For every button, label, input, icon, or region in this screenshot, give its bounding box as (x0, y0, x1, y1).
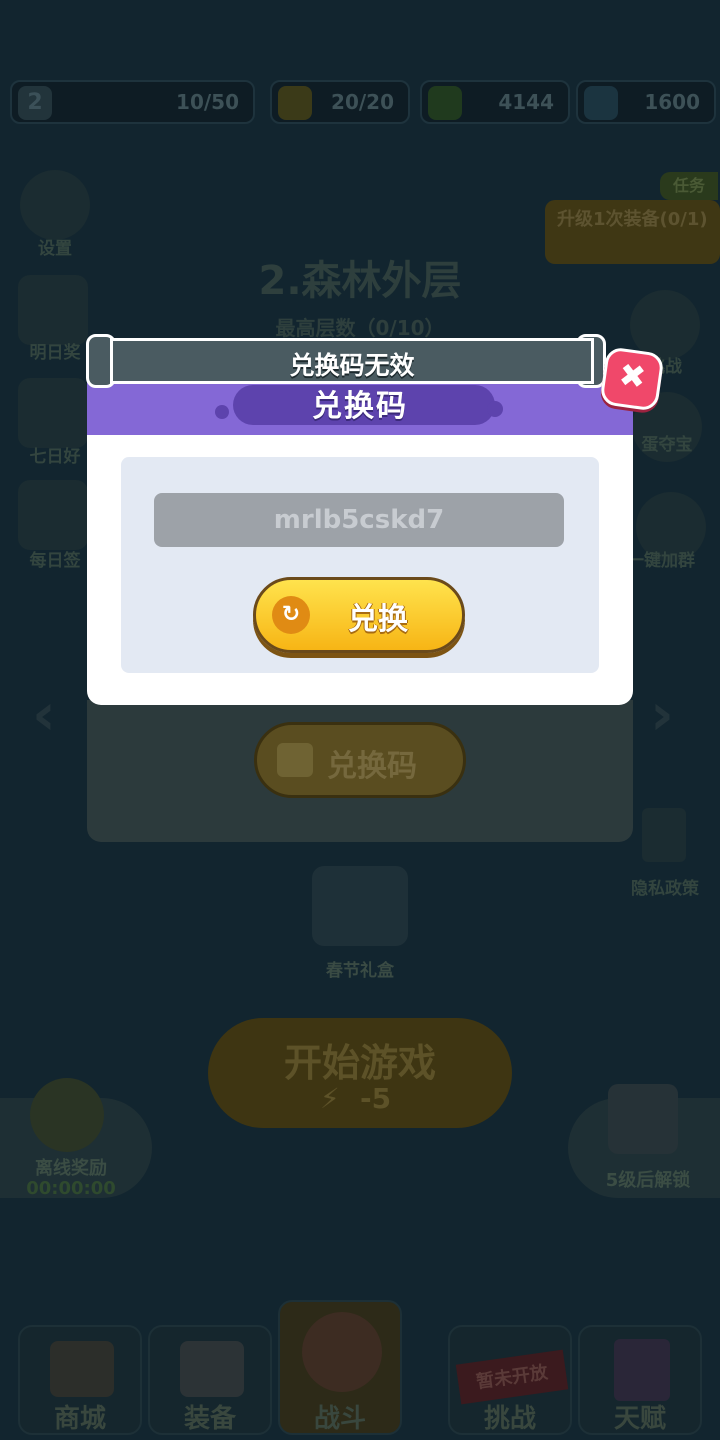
gems-bar[interactable]: 1600 (576, 80, 716, 124)
nav-equipment-label: 装备 (183, 1404, 236, 1434)
redeem-code-dialog: 兑换码 ↻ 兑换 (87, 365, 633, 705)
dialog-content-panel: ↻ 兑换 (121, 457, 599, 673)
dialog-title: 兑换码 (312, 389, 408, 424)
privacy-label: 隐私政策 (631, 879, 699, 899)
armor-icon (180, 1341, 244, 1397)
close-dialog-button[interactable]: ✖ (599, 346, 665, 412)
energy-cost-icon: ⚡ (320, 1082, 340, 1115)
task-panel[interactable]: 升级1次装备(0/1) (545, 200, 720, 264)
level-exp-bar: 2 10/50 (10, 80, 255, 124)
offline-reward-timer: 00:00:00 (26, 1178, 116, 1199)
shop-stall-icon (50, 1341, 114, 1397)
background-redeem-code-button: 兑换码 (254, 722, 466, 798)
gem-icon (584, 86, 618, 120)
toast-message: 兑换码无效 (289, 351, 415, 380)
not-open-badge: 暂未开放 (455, 1349, 569, 1405)
talent-book-icon (614, 1339, 670, 1401)
unlock-hint: 5级后解锁 (605, 1170, 691, 1191)
next-stage-arrow-icon[interactable]: › (650, 680, 674, 748)
battle-target-icon (302, 1312, 382, 1392)
energy-value: 20/20 (331, 90, 394, 114)
nav-battle[interactable]: 战斗 (278, 1300, 402, 1435)
daily-signin-calendar-icon[interactable] (18, 480, 88, 550)
start-game-label: 开始游戏 (283, 1041, 436, 1085)
energy-icon (278, 86, 312, 120)
nav-challenge-label: 挑战 (483, 1404, 536, 1434)
cash-value: 4144 (498, 90, 554, 114)
stage-title: 2.森林外层 (258, 258, 462, 304)
tomorrow-reward-icon[interactable] (18, 275, 88, 345)
nav-shop-label: 商城 (53, 1404, 106, 1434)
festival-gift-icon[interactable] (312, 866, 408, 946)
offline-reward-panel[interactable]: 离线奖励 00:00:00 (0, 1078, 152, 1199)
start-game-button[interactable]: 开始游戏 ⚡ -5 (208, 1018, 512, 1128)
nav-shop[interactable]: 商城 (18, 1325, 142, 1435)
invalid-code-toast: 兑换码无效 (110, 338, 594, 384)
redeem-button[interactable]: ↻ 兑换 (253, 577, 465, 653)
exp-value: 10/50 (176, 90, 239, 114)
task-tag: 任务 (660, 172, 718, 200)
festival-gift-label: 春节礼盒 (326, 961, 394, 981)
prev-stage-arrow-icon[interactable]: ‹ (32, 680, 56, 748)
start-game-cost: -5 (360, 1082, 392, 1115)
seven-day-icon[interactable] (18, 378, 88, 448)
close-icon: ✖ (616, 355, 649, 397)
nav-equipment[interactable]: 装备 (148, 1325, 272, 1435)
settings-gear-icon[interactable] (20, 170, 90, 240)
nav-battle-label: 战斗 (313, 1404, 366, 1434)
redeem-button-label: 兑换 (348, 602, 408, 637)
level-shield-icon: 2 (18, 86, 52, 120)
settings-label: 设置 (38, 239, 72, 259)
energy-bar[interactable]: 20/20 (270, 80, 410, 124)
stage-progress: 最高层数（0/10） (275, 316, 445, 340)
redeem-refresh-icon: ↻ (272, 596, 310, 634)
cash-bar[interactable]: 4144 (420, 80, 570, 124)
redeem-code-input[interactable] (154, 493, 564, 547)
lock-icon (608, 1084, 678, 1154)
cash-icon (428, 86, 462, 120)
gems-value: 1600 (644, 90, 700, 114)
level-number: 2 (27, 90, 43, 115)
nav-talent-label: 天赋 (613, 1404, 666, 1434)
background-redeem-code-label: 兑换码 (327, 749, 417, 784)
challenge-icon[interactable] (630, 290, 700, 360)
gift-icon (277, 743, 313, 777)
nav-talent[interactable]: 天赋 (578, 1325, 702, 1435)
privacy-document-icon[interactable] (642, 808, 686, 862)
stopwatch-icon (30, 1078, 104, 1152)
offline-reward-label: 离线奖励 (35, 1158, 107, 1179)
locked-feature-panel[interactable]: 5级后解锁 (568, 1084, 720, 1198)
not-open-label: 暂未开放 (474, 1362, 550, 1393)
nav-challenge[interactable]: 暂未开放 挑战 (448, 1325, 572, 1435)
